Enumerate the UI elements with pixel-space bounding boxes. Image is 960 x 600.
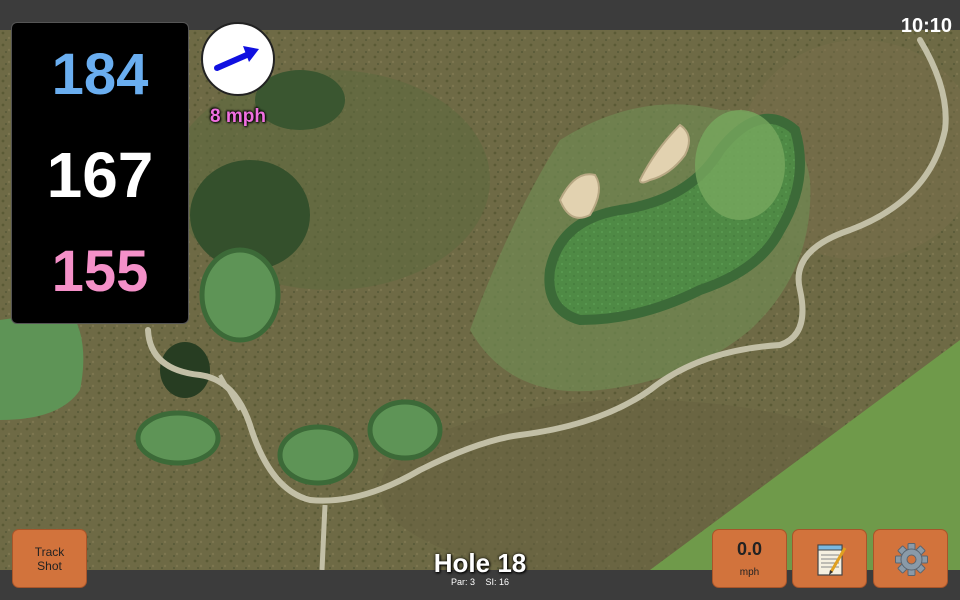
settings-button[interactable] <box>873 529 948 588</box>
notes-button[interactable] <box>792 529 867 588</box>
par-label: Par: 3 <box>450 577 475 587</box>
gear-icon <box>895 543 928 576</box>
notepad-icon <box>817 544 847 576</box>
tee-box <box>199 247 281 343</box>
hole-title: Hole 18 <box>433 548 527 578</box>
tee-box <box>135 410 221 466</box>
back-distance: 184 <box>51 42 149 107</box>
front-distance: 155 <box>51 239 149 304</box>
arrow-right-icon <box>214 46 259 71</box>
middle-distance: 167 <box>46 139 154 211</box>
golf-gps-screen: 10:10 184 167 155 8 mph Track Shot Hole … <box>0 0 960 600</box>
hole-details: Par: 3 SI: 16 <box>380 577 580 587</box>
wind-direction-dial <box>201 22 275 96</box>
speed-unit: mph <box>739 567 760 578</box>
stroke-index-label: SI: 16 <box>485 577 510 587</box>
wind-speed-label: 8 mph <box>210 106 266 127</box>
tee-box <box>367 399 443 461</box>
clock-time: 10:10 <box>900 15 952 37</box>
yardage-panel: 184 167 155 <box>11 22 189 324</box>
tee-box <box>277 424 359 486</box>
speed-button[interactable]: 0.0 mph <box>712 529 787 588</box>
track-shot-button[interactable]: Track Shot <box>12 529 87 588</box>
speed-value: 0.0 <box>736 539 763 559</box>
